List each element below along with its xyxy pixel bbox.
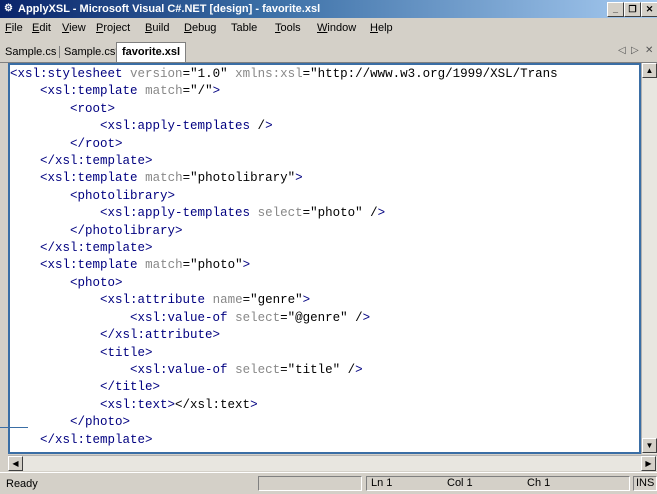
- menu-bar: File Edit View Project Build Debug Table…: [0, 19, 657, 39]
- status-ch: Ch 1: [527, 477, 551, 489]
- code-text[interactable]: <xsl:stylesheet version="1.0" xmlns:xsl=…: [10, 66, 558, 449]
- code-line[interactable]: </xsl:template>: [10, 153, 558, 170]
- code-line[interactable]: <xsl:template match="/">: [10, 83, 558, 100]
- code-line[interactable]: </photo>: [10, 414, 558, 431]
- close-button[interactable]: ✕: [641, 2, 657, 17]
- code-line[interactable]: <xsl:value-of select="title" />: [10, 362, 558, 379]
- window-title: ApplyXSL - Microsoft Visual C#.NET [desi…: [18, 3, 321, 15]
- menu-window[interactable]: Window: [317, 22, 356, 34]
- editor-margin: [0, 63, 8, 471]
- menu-project[interactable]: Project: [96, 22, 130, 34]
- document-tabs: Sample.cs Sample.cs* favorite.xsl ◁ ▷ ✕: [0, 40, 657, 63]
- menu-build[interactable]: Build: [145, 22, 169, 34]
- scroll-up-icon[interactable]: ▲: [642, 63, 657, 78]
- code-line[interactable]: <xsl:apply-templates />: [10, 118, 558, 135]
- minimize-button[interactable]: _: [607, 2, 624, 17]
- code-line[interactable]: </root>: [10, 136, 558, 153]
- code-line[interactable]: <xsl:text></xsl:text>: [10, 397, 558, 414]
- status-position: Ln 1 Col 1 Ch 1: [366, 476, 630, 491]
- code-line[interactable]: </xsl:attribute>: [10, 327, 558, 344]
- tab-sample-cs-modified[interactable]: Sample.cs*: [64, 44, 120, 60]
- code-line[interactable]: <title>: [10, 345, 558, 362]
- menu-table[interactable]: Table: [231, 22, 257, 34]
- scroll-down-icon[interactable]: ▼: [642, 438, 657, 453]
- tab-next-icon[interactable]: ▷: [631, 45, 639, 56]
- code-line[interactable]: <xsl:attribute name="genre">: [10, 292, 558, 309]
- code-editor[interactable]: <xsl:stylesheet version="1.0" xmlns:xsl=…: [8, 63, 641, 454]
- code-line[interactable]: <xsl:stylesheet version="1.0" xmlns:xsl=…: [10, 66, 558, 83]
- status-line: Ln 1: [371, 477, 393, 489]
- tab-favorite-xsl[interactable]: favorite.xsl: [116, 42, 187, 62]
- scroll-right-icon[interactable]: ▶: [641, 456, 656, 471]
- tab-close-icon[interactable]: ✕: [645, 45, 653, 56]
- tab-prev-icon[interactable]: ◁: [618, 45, 626, 56]
- status-bar: Ready Ln 1 Col 1 Ch 1 INS: [0, 472, 657, 494]
- title-bar: ⚙ ApplyXSL - Microsoft Visual C#.NET [de…: [0, 0, 657, 18]
- menu-help[interactable]: Help: [370, 22, 393, 34]
- code-line[interactable]: <xsl:apply-templates select="photo" />: [10, 205, 558, 222]
- menu-edit[interactable]: Edit: [32, 22, 51, 34]
- status-panel-blank: [258, 476, 362, 491]
- status-ready: Ready: [6, 478, 38, 490]
- menu-tools[interactable]: Tools: [275, 22, 301, 34]
- vs-app-icon[interactable]: ⚙: [4, 3, 16, 15]
- code-line[interactable]: </title>: [10, 379, 558, 396]
- menu-file[interactable]: File: [5, 22, 23, 34]
- restore-button[interactable]: ❐: [624, 2, 641, 17]
- tab-sample-cs[interactable]: Sample.cs: [5, 44, 56, 60]
- code-line[interactable]: </photolibrary>: [10, 223, 558, 240]
- tab-divider: [59, 46, 60, 58]
- code-line[interactable]: <xsl:value-of select="@genre" />: [10, 310, 558, 327]
- vertical-scrollbar[interactable]: ▲ ▼: [641, 63, 657, 454]
- code-line[interactable]: </xsl:template>: [10, 432, 558, 449]
- code-line[interactable]: <xsl:template match="photo">: [10, 257, 558, 274]
- code-line[interactable]: <root>: [10, 101, 558, 118]
- status-ins: INS: [633, 476, 657, 491]
- menu-debug[interactable]: Debug: [184, 22, 216, 34]
- callout-line: [0, 427, 28, 428]
- scroll-left-icon[interactable]: ◀: [8, 456, 23, 471]
- status-col: Col 1: [447, 477, 473, 489]
- code-line[interactable]: <photolibrary>: [10, 188, 558, 205]
- code-line[interactable]: <xsl:template match="photolibrary">: [10, 170, 558, 187]
- horizontal-scrollbar[interactable]: ◀ ▶: [8, 455, 657, 471]
- menu-view[interactable]: View: [62, 22, 86, 34]
- code-line[interactable]: </xsl:template>: [10, 240, 558, 257]
- code-line[interactable]: <photo>: [10, 275, 558, 292]
